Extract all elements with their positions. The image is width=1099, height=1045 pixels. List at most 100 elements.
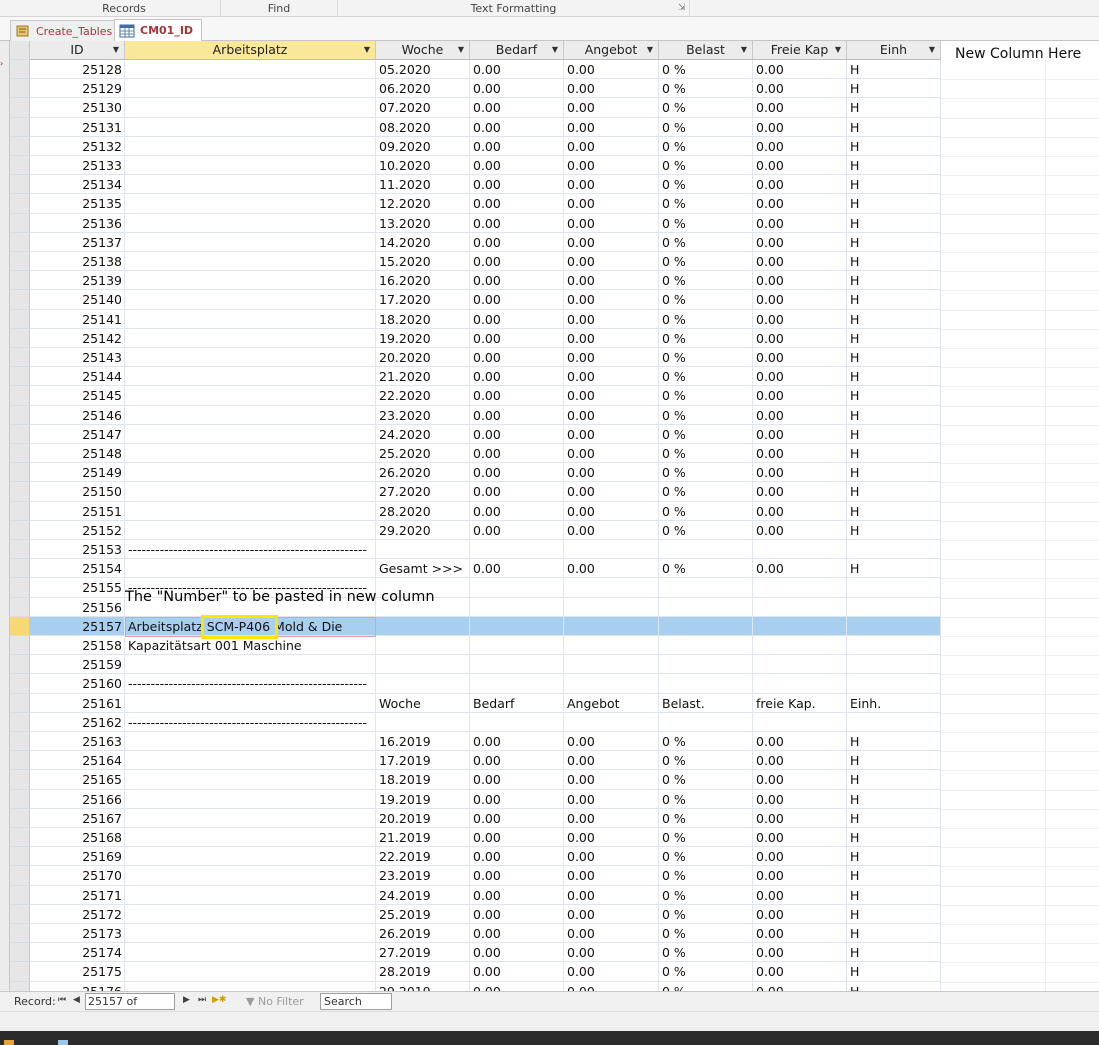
cell-belast[interactable] (659, 636, 753, 656)
record-selector[interactable] (10, 559, 30, 579)
cell-arbeitsplatz[interactable] (125, 789, 376, 809)
record-selector[interactable] (10, 924, 30, 944)
chevron-down-icon[interactable]: ▼ (552, 41, 558, 59)
cell-bedarf[interactable]: 0.00 (470, 847, 564, 867)
cell-angebot[interactable]: 0.00 (564, 808, 659, 828)
record-selector[interactable] (10, 117, 30, 137)
cell-id[interactable]: 25156 (30, 597, 125, 617)
cell-einh[interactable]: Einh. (847, 693, 941, 713)
cell-einh[interactable]: H (847, 828, 941, 848)
cell-arbeitsplatz[interactable] (125, 290, 376, 310)
cell-bedarf[interactable]: 0.00 (470, 559, 564, 579)
cell-id[interactable]: 25140 (30, 290, 125, 310)
cell-woche[interactable] (376, 674, 470, 694)
record-selector[interactable] (10, 60, 30, 80)
cell-belast[interactable]: 0 % (659, 328, 753, 348)
cell-angebot[interactable] (564, 636, 659, 656)
cell-arbeitsplatz[interactable] (125, 828, 376, 848)
cell-freie-kap[interactable]: 0.00 (753, 732, 847, 752)
record-selector[interactable] (10, 290, 30, 310)
cell-bedarf[interactable]: 0.00 (470, 828, 564, 848)
record-selector[interactable] (10, 540, 30, 560)
table-row[interactable]: 25175 28.2019 0.00 0.00 0 % 0.00 H (30, 962, 941, 982)
cell-woche[interactable]: 08.2020 (376, 117, 470, 137)
cell-einh[interactable]: H (847, 847, 941, 867)
cell-woche[interactable]: 10.2020 (376, 156, 470, 176)
cell-id[interactable]: 25170 (30, 866, 125, 886)
cell-belast[interactable]: 0 % (659, 789, 753, 809)
cell-einh[interactable]: H (847, 885, 941, 905)
cell-woche[interactable]: 06.2020 (376, 79, 470, 99)
cell-angebot[interactable]: 0.00 (564, 156, 659, 176)
cell-angebot[interactable]: 0.00 (564, 213, 659, 233)
column-header-freie-kap[interactable]: Freie Kap ▼ (753, 41, 847, 60)
cell-woche[interactable]: Woche (376, 693, 470, 713)
cell-bedarf[interactable]: 0.00 (470, 79, 564, 99)
cell-freie-kap[interactable]: 0.00 (753, 136, 847, 156)
record-selector[interactable] (10, 904, 30, 924)
cell-angebot[interactable]: 0.00 (564, 386, 659, 406)
cell-arbeitsplatz[interactable] (125, 847, 376, 867)
navigation-pane-collapsed[interactable]: › (0, 41, 10, 991)
cell-einh[interactable]: H (847, 60, 941, 80)
cell-belast[interactable]: 0 % (659, 770, 753, 790)
cell-woche[interactable]: 23.2019 (376, 866, 470, 886)
cell-id[interactable]: 25137 (30, 232, 125, 252)
record-selector[interactable] (10, 213, 30, 233)
cell-belast[interactable]: 0 % (659, 463, 753, 483)
cell-id[interactable]: 25172 (30, 904, 125, 924)
cell-angebot[interactable] (564, 616, 659, 636)
cell-id[interactable]: 25136 (30, 213, 125, 233)
cell-bedarf[interactable]: 0.00 (470, 386, 564, 406)
column-header-woche[interactable]: Woche ▼ (376, 41, 470, 60)
chevron-down-icon[interactable]: ▼ (113, 41, 119, 59)
cell-bedarf[interactable]: 0.00 (470, 808, 564, 828)
cell-woche[interactable]: 22.2020 (376, 386, 470, 406)
cell-woche[interactable]: 17.2020 (376, 290, 470, 310)
cell-arbeitsplatz[interactable] (125, 463, 376, 483)
cell-arbeitsplatz[interactable] (125, 348, 376, 368)
cell-arbeitsplatz[interactable]: ----------------------------------------… (125, 540, 376, 560)
table-row[interactable]: 25165 18.2019 0.00 0.00 0 % 0.00 H (30, 770, 941, 790)
cell-freie-kap[interactable]: 0.00 (753, 962, 847, 982)
cell-freie-kap[interactable]: 0.00 (753, 60, 847, 80)
cell-freie-kap[interactable]: 0.00 (753, 367, 847, 387)
cell-angebot[interactable]: 0.00 (564, 232, 659, 252)
cell-belast[interactable]: 0 % (659, 348, 753, 368)
cell-freie-kap[interactable] (753, 636, 847, 656)
cell-einh[interactable]: H (847, 463, 941, 483)
cell-freie-kap[interactable]: 0.00 (753, 79, 847, 99)
cell-woche[interactable]: 21.2019 (376, 828, 470, 848)
taskbar-app-icon[interactable] (4, 1040, 14, 1045)
cell-id[interactable]: 25157 (30, 616, 125, 636)
cell-belast[interactable] (659, 616, 753, 636)
cell-woche[interactable]: 13.2020 (376, 213, 470, 233)
cell-arbeitsplatz[interactable] (125, 559, 376, 579)
cell-id[interactable]: 25150 (30, 482, 125, 502)
cell-freie-kap[interactable]: freie Kap. (753, 693, 847, 713)
cell-angebot[interactable]: 0.00 (564, 348, 659, 368)
chevron-down-icon[interactable]: ▼ (458, 41, 464, 59)
cell-arbeitsplatz[interactable] (125, 924, 376, 944)
cell-belast[interactable] (659, 540, 753, 560)
cell-arbeitsplatz[interactable]: ----------------------------------------… (125, 712, 376, 732)
cell-id[interactable]: 25128 (30, 60, 125, 80)
cell-woche[interactable]: 27.2020 (376, 482, 470, 502)
cell-freie-kap[interactable]: 0.00 (753, 789, 847, 809)
cell-belast[interactable]: 0 % (659, 808, 753, 828)
record-selector[interactable] (10, 847, 30, 867)
column-header-bedarf[interactable]: Bedarf ▼ (470, 41, 564, 60)
cell-bedarf[interactable]: 0.00 (470, 981, 564, 991)
cell-bedarf[interactable]: 0.00 (470, 770, 564, 790)
cell-woche[interactable]: 26.2019 (376, 924, 470, 944)
table-row[interactable]: 25166 19.2019 0.00 0.00 0 % 0.00 H (30, 789, 941, 809)
chevron-down-icon[interactable]: ▼ (364, 41, 370, 59)
cell-bedarf[interactable]: 0.00 (470, 328, 564, 348)
cell-belast[interactable]: Belast. (659, 693, 753, 713)
cell-belast[interactable]: 0 % (659, 962, 753, 982)
cell-arbeitsplatz[interactable] (125, 232, 376, 252)
cell-freie-kap[interactable] (753, 578, 847, 598)
cell-einh[interactable]: H (847, 943, 941, 963)
cell-id[interactable]: 25167 (30, 808, 125, 828)
cell-freie-kap[interactable]: 0.00 (753, 213, 847, 233)
